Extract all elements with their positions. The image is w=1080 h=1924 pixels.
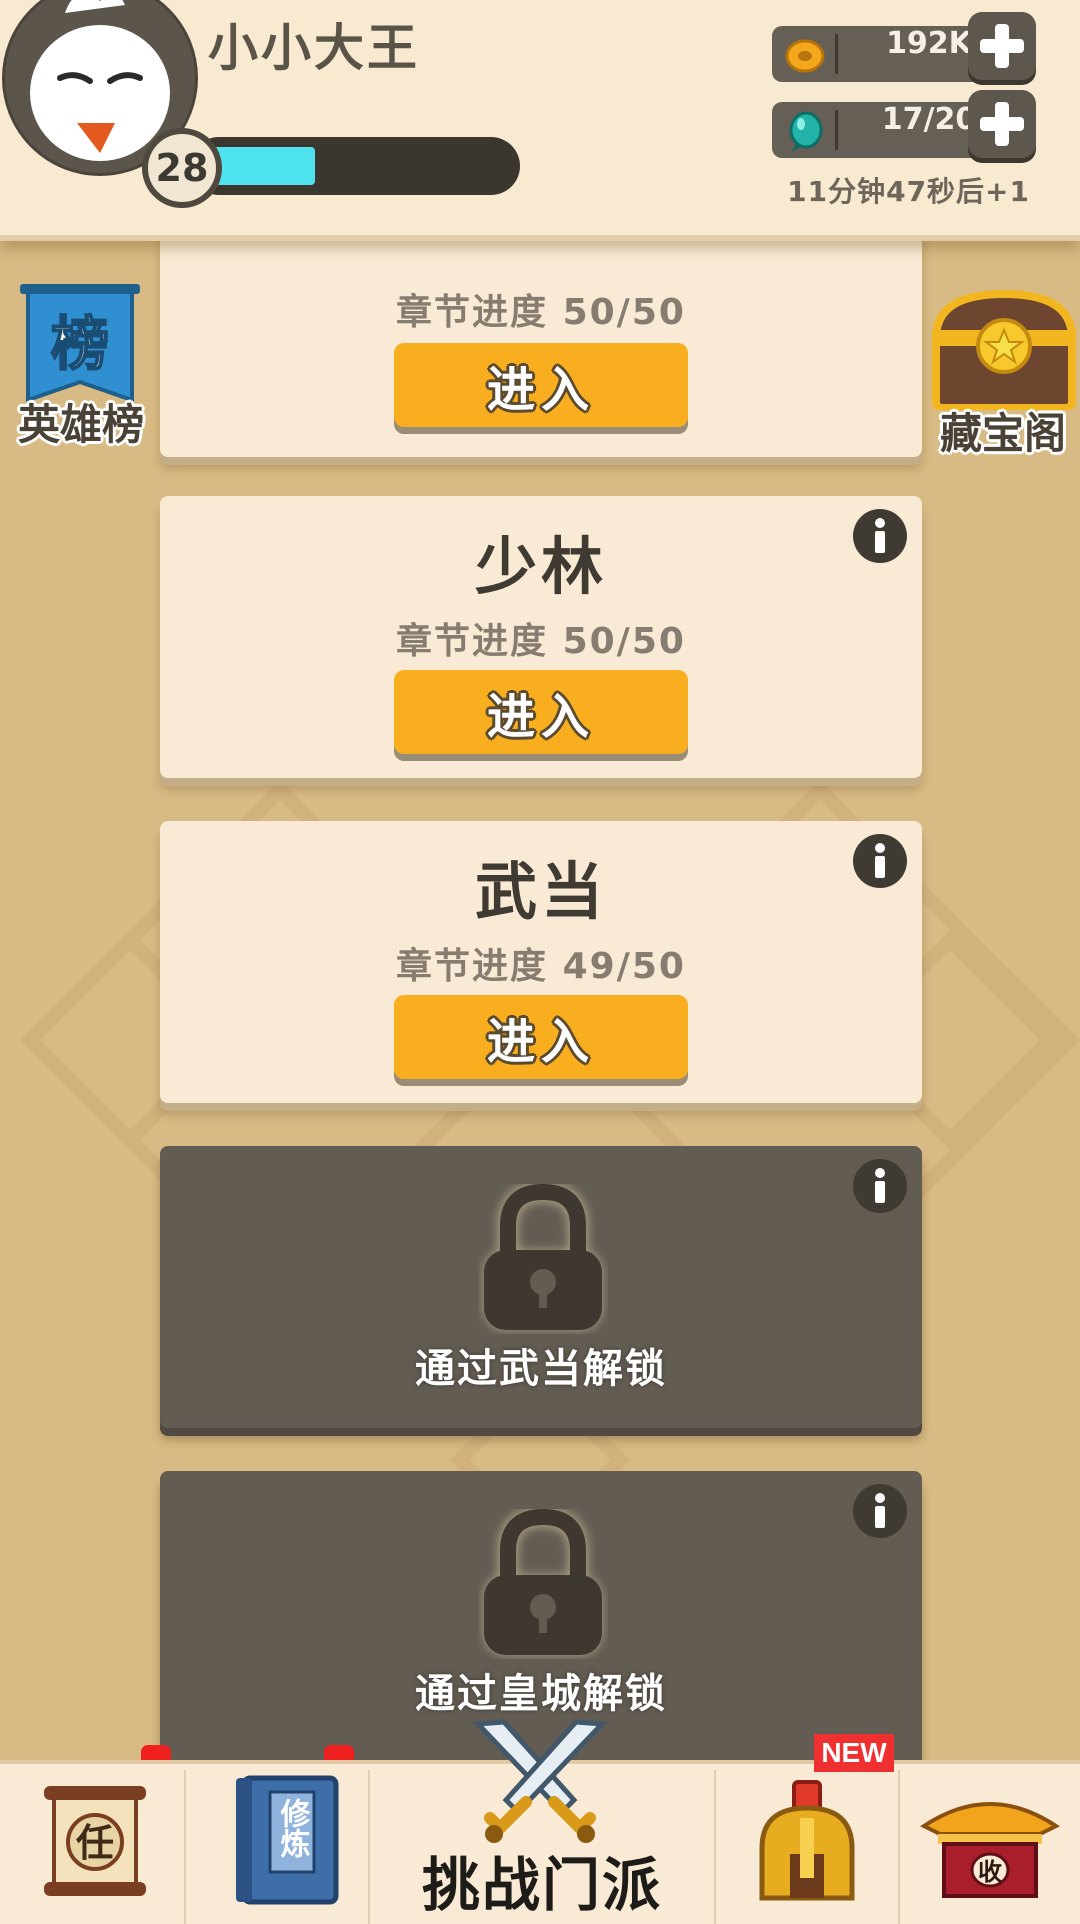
shop-building-icon: 收: [920, 1802, 1060, 1898]
info-icon[interactable]: [852, 508, 908, 564]
treasure-chest-icon: [931, 290, 1077, 410]
unlock-requirement: 通过皇城解锁: [415, 1671, 667, 1717]
player-header: 28 小小大王 192K 17/20 11分钟47秒后+1: [0, 0, 1080, 241]
leaderboard-label: 英雄榜: [17, 400, 144, 449]
separator: [835, 34, 838, 74]
crossed-swords-icon: [472, 1719, 608, 1843]
nav-equipment[interactable]: [716, 1764, 898, 1924]
level-badge: 28: [142, 128, 222, 208]
enter-button[interactable]: 进入: [394, 995, 688, 1079]
plus-icon: [980, 24, 1024, 68]
task-scroll-icon: 任: [44, 1786, 146, 1896]
unlock-requirement: 通过武当解锁: [415, 1346, 667, 1392]
leaderboard-badge: 榜: [51, 310, 109, 378]
info-icon[interactable]: [852, 1158, 908, 1214]
player-name: 小小大王: [208, 19, 420, 77]
add-energy-button[interactable]: [968, 90, 1036, 158]
stage-title: 少林: [474, 530, 607, 603]
stage-progress: 章节进度 50/50: [396, 621, 686, 662]
enter-button[interactable]: 进入: [394, 670, 688, 754]
nav-training[interactable]: 修炼: [186, 1764, 368, 1924]
treasure-label: 藏宝阁: [939, 409, 1066, 458]
separator: [835, 110, 838, 150]
training-book-icon: 修炼: [236, 1775, 339, 1905]
xp-bar: [190, 137, 520, 195]
info-icon[interactable]: [852, 1483, 908, 1539]
enter-button[interactable]: 进入: [394, 343, 688, 427]
info-icon[interactable]: [852, 833, 908, 889]
new-badge: NEW: [814, 1734, 894, 1772]
nav-tasks[interactable]: 任: [0, 1764, 184, 1924]
training-chars: 修炼: [275, 1798, 312, 1859]
treasure-button[interactable]: 藏宝阁: [928, 286, 1078, 461]
add-coins-button[interactable]: [968, 12, 1036, 80]
banner-icon: 榜: [20, 284, 140, 402]
stage-title: 武当: [474, 855, 607, 928]
stage-progress: 章节进度 50/50: [396, 292, 686, 333]
leaderboard-button[interactable]: 榜 英雄榜: [6, 282, 156, 452]
energy-regen-timer: 11分钟47秒后+1: [787, 175, 1030, 208]
task-char: 任: [76, 1821, 114, 1865]
coin-icon: [785, 39, 825, 73]
gem-icon: [789, 111, 823, 152]
plus-icon: [980, 102, 1024, 146]
challenge-label: 挑战门派: [421, 1851, 662, 1919]
collect-char: 收: [978, 1858, 1002, 1886]
stage-card-wudang: 武当 章节进度 49/50 进入: [160, 821, 922, 1103]
stage-card-locked: 通过武当解锁: [160, 1146, 922, 1428]
helmet-icon: [759, 1780, 855, 1901]
lock-icon: [484, 1509, 602, 1655]
lock-icon: [484, 1184, 602, 1330]
stage-card-shaolin: 少林 章节进度 50/50 进入: [160, 496, 922, 778]
stage-progress: 章节进度 49/50: [396, 946, 686, 987]
nav-shop[interactable]: 收: [900, 1764, 1080, 1924]
